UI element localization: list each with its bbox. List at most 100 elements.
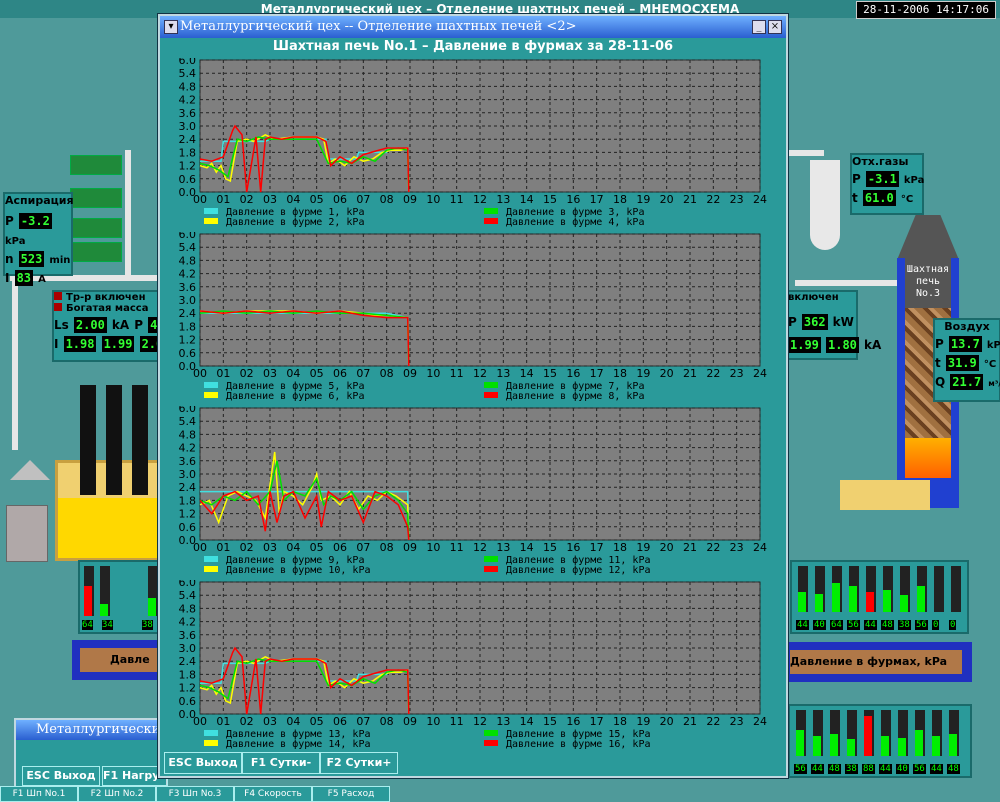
air-title: Воздух — [944, 320, 990, 333]
x-tick-label: 01 — [216, 193, 230, 206]
clock: 28-11-2006 14:17:06 — [856, 1, 996, 19]
electrode — [132, 385, 148, 495]
x-tick-label: 23 — [730, 715, 744, 728]
bar-value: 56 — [847, 620, 860, 630]
fan-motor[interactable] — [70, 155, 122, 175]
y-tick-label: 3.0 — [179, 642, 197, 655]
pressure-bar — [796, 730, 804, 756]
phase-current: 1.99 — [101, 336, 135, 352]
pressure-gauge — [849, 566, 859, 612]
close-icon[interactable]: × — [768, 20, 782, 34]
bar-value: 44 — [930, 764, 943, 774]
x-tick-label: 18 — [613, 367, 627, 380]
x-tick-label: 12 — [473, 715, 487, 728]
x-tick-label: 05 — [310, 193, 324, 206]
bar-value: 38 — [845, 764, 858, 774]
trend-window[interactable]: ▾ Металлургический цех -- Отделение шахт… — [158, 14, 788, 778]
status-led — [54, 303, 62, 311]
x-tick-label: 05 — [310, 541, 324, 554]
phase-current: 1.99 — [788, 337, 821, 353]
back-window-titlebar[interactable]: Металлургический — [16, 720, 169, 740]
air-flow: 21.7 — [950, 374, 984, 390]
pressure-bar — [898, 737, 906, 756]
window-menu-icon[interactable]: ▾ — [164, 20, 178, 34]
bottom-tabs: F1 Шп No.1 F2 Шп No.2 F3 Шп No.3 F4 Скорост… — [0, 786, 400, 802]
esc-exit-button[interactable]: ESC Выход — [164, 752, 242, 774]
next-day-button[interactable]: F2 Сутки+ — [320, 752, 398, 774]
back-window[interactable]: Металлургический ESC Выход F1 Нагрузк — [14, 718, 169, 794]
pressure-bar — [830, 733, 838, 756]
pressure-gauge — [881, 710, 891, 756]
x-tick-label: 20 — [660, 367, 674, 380]
minimize-icon[interactable]: _ — [752, 20, 766, 34]
tuyere-caption: Давле — [80, 648, 162, 672]
y-tick-label: 0.0 — [179, 186, 197, 199]
y-tick-label: 0.6 — [179, 695, 197, 708]
x-tick-label: 03 — [263, 541, 277, 554]
y-tick-label: 4.8 — [179, 602, 197, 615]
y-tick-label: 1.8 — [179, 668, 197, 681]
fan-motor[interactable] — [70, 188, 122, 208]
fan-motor[interactable] — [70, 242, 122, 262]
x-tick-label: 21 — [683, 367, 697, 380]
x-tick-label: 07 — [356, 541, 370, 554]
bar-value: 40 — [896, 764, 909, 774]
trend-chart-4: 00 01 02 03 04 05 06 07 08 09 10 11 12 13 14 15 16 17 18 19… — [164, 576, 780, 750]
unit: kW — [832, 315, 854, 329]
y-tick-label: 3.0 — [179, 468, 197, 481]
x-tick-label: 12 — [473, 541, 487, 554]
status-led — [54, 292, 62, 300]
x-tick-label: 03 — [263, 193, 277, 206]
x-tick-label: 22 — [706, 715, 720, 728]
x-tick-label: 14 — [520, 715, 534, 728]
y-tick-label: 1.2 — [179, 334, 197, 347]
bar-value: 88 — [862, 764, 875, 774]
furnace-label: Шахтная печь No.3 — [905, 258, 951, 310]
pressure-gauge — [847, 710, 857, 756]
bar-value: 48 — [881, 620, 894, 630]
pressure-bar — [847, 738, 855, 756]
x-tick-label: 07 — [356, 367, 370, 380]
x-tick-label: 09 — [403, 193, 417, 206]
pressure-gauge — [917, 566, 927, 612]
x-tick-label: 01 — [216, 541, 230, 554]
unit: kA — [111, 318, 130, 332]
x-tick-label: 08 — [380, 193, 394, 206]
x-tick-label: 17 — [590, 541, 604, 554]
x-tick-label: 09 — [403, 715, 417, 728]
bar-value: 64 — [830, 620, 843, 630]
back-window-title: Металлургический — [36, 722, 169, 737]
x-tick-label: 16 — [566, 715, 580, 728]
y-tick-label: 3.6 — [179, 455, 197, 468]
x-tick-label: 11 — [450, 541, 464, 554]
x-tick-label: 04 — [286, 541, 300, 554]
prev-day-button[interactable]: F1 Сутки- — [242, 752, 320, 774]
pressure-bar — [84, 586, 92, 616]
esc-exit-button[interactable]: ESC Выход — [22, 766, 100, 786]
y-tick-label: 3.6 — [179, 629, 197, 642]
fan-motor[interactable] — [70, 218, 122, 238]
pressure-gauge — [866, 566, 876, 612]
y-tick-label: 5.4 — [179, 589, 197, 602]
off-gas-title: Отх.газы — [852, 155, 909, 168]
power-value: 362 — [801, 314, 828, 330]
pressure-gauge — [949, 710, 959, 756]
y-tick-label: 3.6 — [179, 281, 197, 294]
chart-svg: 00 01 02 03 04 05 06 07 08 09 10 11 12 13 14 15 16 17 18 19… — [179, 54, 768, 228]
y-tick-label: 6.0 — [179, 406, 197, 415]
x-tick-label: 04 — [286, 715, 300, 728]
x-tick-label: 05 — [310, 367, 324, 380]
x-tick-label: 04 — [286, 193, 300, 206]
q-label: Q — [935, 375, 946, 389]
x-tick-label: 20 — [660, 541, 674, 554]
trend-window-titlebar[interactable]: ▾ Металлургический цех -- Отделение шахт… — [160, 16, 786, 38]
bar-value: 48 — [828, 764, 841, 774]
x-tick-label: 06 — [333, 541, 347, 554]
x-tick-label: 08 — [380, 715, 394, 728]
t-label: t — [935, 356, 941, 370]
x-tick-label: 05 — [310, 715, 324, 728]
hopper — [10, 460, 50, 480]
y-tick-label: 1.2 — [179, 682, 197, 695]
air-panel: Воздух P 13.7 kPa t 31.9 °C Q 21.7 м³/h — [933, 318, 1000, 402]
x-tick-label: 23 — [730, 541, 744, 554]
